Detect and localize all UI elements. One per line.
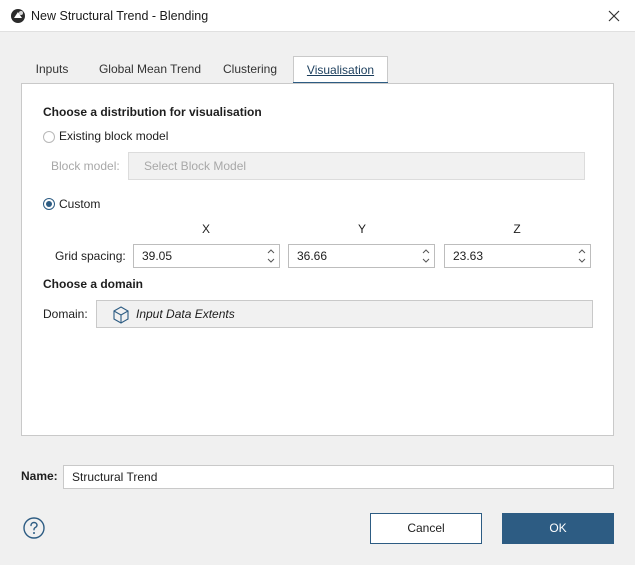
axis-x-label: X: [201, 222, 210, 236]
domain-section-title: Choose a domain: [43, 277, 144, 291]
tab-global-mean-trend-label: Global Mean Trend: [98, 62, 202, 76]
domain-label: Domain:: [43, 307, 88, 321]
visualisation-panel: Choose a distribution for visualisation …: [21, 83, 614, 436]
stepper-arrows-icon[interactable]: [577, 247, 587, 265]
grid-spacing-z-stepper[interactable]: [444, 244, 591, 268]
grid-spacing-y-stepper[interactable]: [288, 244, 435, 268]
cancel-button-label: Cancel: [407, 521, 445, 535]
tab-global-mean-trend[interactable]: Global Mean Trend: [86, 56, 214, 84]
tab-inputs[interactable]: Inputs: [22, 56, 82, 84]
window-title: New Structural Trend - Blending: [31, 9, 209, 23]
name-input[interactable]: [63, 465, 614, 489]
axis-y-label: Y: [357, 222, 366, 236]
close-icon[interactable]: [604, 6, 624, 26]
grid-spacing-z-input[interactable]: [445, 245, 590, 267]
tab-clustering-label: Clustering: [222, 62, 278, 76]
tab-visualisation[interactable]: Visualisation: [293, 56, 388, 85]
existing-block-model-label: Existing block model: [59, 129, 169, 143]
tab-visualisation-label: Visualisation: [306, 63, 375, 77]
tab-inputs-label: Inputs: [35, 62, 69, 76]
tab-clustering[interactable]: Clustering: [212, 56, 288, 84]
distribution-section-title: Choose a distribution for visualisation: [43, 105, 262, 119]
name-label: Name:: [21, 469, 58, 483]
cube-icon: [113, 306, 129, 324]
custom-label: Custom: [59, 197, 101, 211]
axis-z-label: Z: [513, 222, 521, 236]
existing-block-model-radio[interactable]: [43, 131, 55, 143]
domain-selector[interactable]: Input Data Extents: [96, 300, 593, 328]
grid-spacing-y-input[interactable]: [289, 245, 434, 267]
cancel-button[interactable]: Cancel: [370, 513, 482, 544]
custom-radio[interactable]: [43, 198, 55, 210]
grid-spacing-x-stepper[interactable]: [133, 244, 280, 268]
ok-button[interactable]: OK: [502, 513, 614, 544]
grid-spacing-x-input[interactable]: [134, 245, 279, 267]
domain-value: Input Data Extents: [136, 307, 235, 321]
app-logo-icon: [11, 9, 25, 23]
block-model-label: Block model:: [51, 159, 120, 173]
block-model-select[interactable]: Select Block Model: [128, 152, 585, 180]
ok-button-label: OK: [549, 521, 567, 535]
grid-spacing-label: Grid spacing:: [55, 249, 126, 263]
stepper-arrows-icon[interactable]: [266, 247, 276, 265]
stepper-arrows-icon[interactable]: [421, 247, 431, 265]
title-bar: New Structural Trend - Blending: [0, 0, 635, 32]
help-icon[interactable]: [23, 517, 45, 539]
